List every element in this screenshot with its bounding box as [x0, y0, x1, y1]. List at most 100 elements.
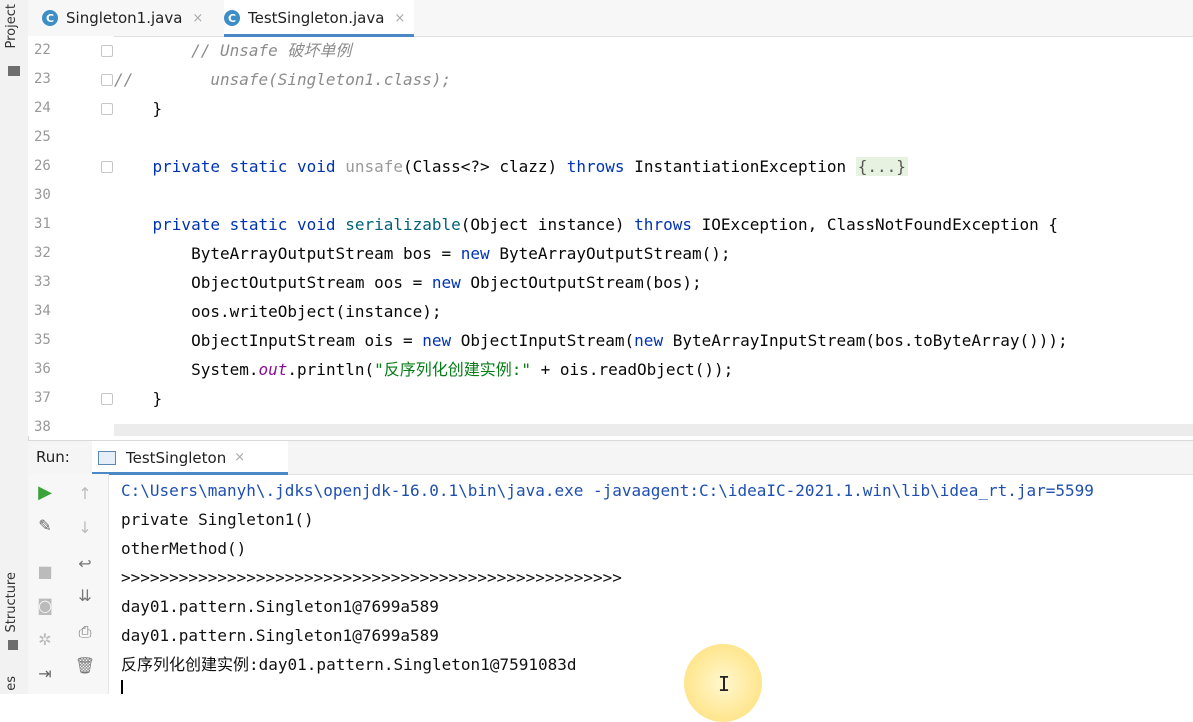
bottom-tool-tab[interactable]: es: [4, 676, 19, 691]
line-number: 31: [34, 216, 51, 232]
code-line: }: [114, 94, 163, 123]
code-token: throws: [634, 215, 702, 234]
code-token: }: [114, 389, 163, 408]
console-line: >>>>>>>>>>>>>>>>>>>>>>>>>>>>>>>>>>>>>>>>…: [121, 568, 622, 587]
console-icon: [98, 450, 116, 465]
fold-marker-icon[interactable]: [101, 103, 113, 115]
line-number: 36: [34, 361, 51, 377]
line-number-gutter[interactable]: 22 23 24 25 26 30 31 32 33 34 35 36 37 38: [28, 36, 114, 436]
code-token: (Object instance): [460, 215, 635, 234]
trash-icon[interactable]: 🗑: [62, 656, 108, 675]
code-token: // unsafe(Singleton1.class);: [114, 70, 452, 89]
rerun-icon[interactable]: ▶: [28, 482, 62, 503]
code-line: ByteArrayOutputStream bos = new ByteArra…: [114, 239, 731, 268]
line-number: 38: [34, 419, 51, 435]
code-line: // unsafe(Singleton1.class);: [114, 65, 451, 94]
tab-label: TestSingleton.java: [248, 9, 385, 27]
editor-horizontal-scrollbar[interactable]: [114, 424, 1193, 436]
close-run-tab-icon[interactable]: ×: [234, 450, 245, 465]
code-token: System.: [114, 360, 259, 379]
code-token: ObjectInputStream(: [460, 331, 635, 350]
code-editor[interactable]: // Unsafe 破坏单例 // unsafe(Singleton1.class…: [114, 36, 1193, 436]
arrow-down-icon[interactable]: ↓: [62, 518, 108, 537]
soft-wrap-icon[interactable]: ↩: [62, 554, 108, 573]
camera-icon[interactable]: ◙: [28, 596, 62, 615]
print-icon[interactable]: ⎙: [62, 622, 108, 642]
java-class-icon: C: [42, 10, 58, 26]
code-token: InstantiationException: [634, 157, 856, 176]
line-number: 22: [34, 42, 51, 58]
close-tab-icon[interactable]: ×: [192, 11, 203, 26]
code-token: ObjectOutputStream(bos);: [470, 273, 702, 292]
code-token: (Class<?> clazz): [402, 157, 567, 176]
line-number: 26: [34, 158, 51, 174]
line-number: 25: [34, 129, 51, 145]
fold-marker-icon[interactable]: [101, 74, 113, 86]
run-tool-header: Run: TestSingleton ×: [28, 440, 1193, 475]
code-token: {...}: [855, 157, 908, 176]
run-tab-label: TestSingleton: [126, 448, 227, 467]
code-token: new: [431, 273, 471, 292]
console-line: otherMethod(): [121, 539, 247, 558]
stop-icon[interactable]: ■: [28, 562, 62, 581]
code-line: System.out.println("反序列化创建实例:" + ois.rea…: [114, 355, 733, 384]
line-number: 37: [34, 390, 51, 406]
code-token: new: [460, 244, 500, 263]
code-token: "反序列化创建实例:": [374, 360, 532, 379]
project-tool-tab[interactable]: Project: [4, 4, 19, 48]
fold-marker-icon[interactable]: [101, 393, 113, 405]
code-token: ObjectInputStream ois =: [114, 331, 423, 350]
fold-marker-icon[interactable]: [101, 161, 113, 173]
ibeam-cursor-icon: I: [718, 672, 731, 696]
console-line: day01.pattern.Singleton1@7699a589: [121, 626, 439, 645]
code-line: }: [114, 384, 163, 413]
line-number: 23: [34, 71, 51, 87]
code-token: ByteArrayOutputStream();: [499, 244, 731, 263]
run-label: Run:: [36, 448, 70, 466]
arrow-up-icon[interactable]: ↑: [62, 484, 108, 503]
console-line: C:\Users\manyh\.jdks\openjdk-16.0.1\bin\…: [121, 481, 1094, 500]
line-number: 35: [34, 332, 51, 348]
run-console-output[interactable]: C:\Users\manyh\.jdks\openjdk-16.0.1\bin\…: [108, 474, 1193, 694]
tab-label: Singleton1.java: [66, 9, 183, 27]
console-line: day01.pattern.Singleton1@7699a589: [121, 597, 439, 616]
code-token: + ois.readObject());: [531, 360, 734, 379]
code-token: private static void: [152, 215, 346, 234]
console-line: 反序列化创建实例:day01.pattern.Singleton1@759108…: [121, 655, 577, 674]
code-token: private static void: [152, 157, 346, 176]
tab-singleton1[interactable]: C Singleton1.java ×: [42, 0, 220, 36]
code-token: IOException, ClassNotFoundException {: [701, 215, 1059, 234]
console-line: private Singleton1(): [121, 510, 314, 529]
close-tab-icon[interactable]: ×: [394, 11, 405, 26]
fold-marker-icon[interactable]: [101, 45, 113, 57]
code-token: ByteArrayInputStream(bos.toByteArray()))…: [672, 331, 1068, 350]
code-token: throws: [566, 157, 635, 176]
code-token: }: [114, 99, 163, 118]
code-line: oos.writeObject(instance);: [114, 297, 442, 326]
code-line: private static void unsafe(Class<?> claz…: [114, 152, 908, 181]
code-token: oos.writeObject(instance);: [114, 302, 442, 321]
code-line: private static void serializable(Object …: [114, 210, 1059, 239]
text-caret: [121, 680, 123, 694]
code-line: ObjectOutputStream oos = new ObjectOutpu…: [114, 268, 702, 297]
structure-tool-tab[interactable]: Structure: [4, 572, 19, 632]
left-tool-strip: Project Structure es: [0, 0, 29, 694]
tab-testsingleton[interactable]: C TestSingleton.java ×: [224, 0, 414, 37]
line-number: 34: [34, 303, 51, 319]
line-number: 33: [34, 274, 51, 290]
exit-icon[interactable]: ⇥: [28, 664, 62, 683]
java-class-icon: C: [224, 10, 240, 26]
code-token: unsafe: [345, 157, 403, 176]
line-number: 30: [34, 187, 51, 203]
scroll-to-end-icon[interactable]: ⇊: [62, 586, 108, 605]
code-token: ByteArrayOutputStream bos =: [114, 244, 461, 263]
code-token: serializable: [345, 215, 461, 234]
editor-tab-bar: C Singleton1.java × C TestSingleton.java…: [28, 0, 1193, 37]
wrench-icon[interactable]: ✎: [28, 516, 62, 535]
debug-icon[interactable]: ✲: [28, 630, 62, 649]
code-token: ObjectOutputStream oos =: [114, 273, 432, 292]
code-line: ObjectInputStream ois = new ObjectInputS…: [114, 326, 1068, 355]
run-tab-testsingleton[interactable]: TestSingleton ×: [92, 441, 288, 475]
